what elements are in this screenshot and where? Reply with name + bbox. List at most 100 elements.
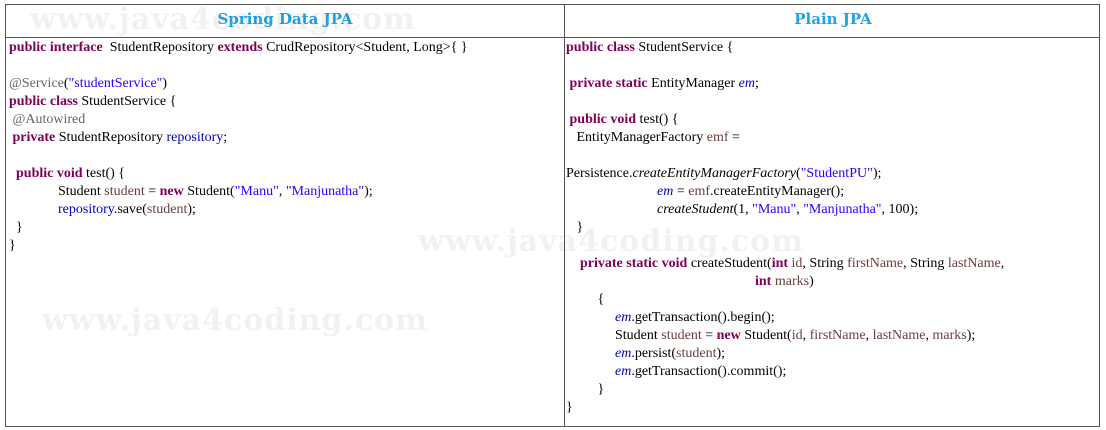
code-token: "studentService" bbox=[68, 76, 163, 91]
code-line: Persistence.createEntityManagerFactory("… bbox=[566, 165, 881, 183]
code-line: public class StudentService { bbox=[566, 39, 733, 57]
code-token: test() { bbox=[82, 166, 126, 181]
column-divider bbox=[564, 5, 565, 426]
code-token: StudentService { bbox=[77, 94, 177, 109]
code-line: EntityManagerFactory emf = bbox=[566, 129, 740, 147]
code-token: } bbox=[9, 238, 16, 253]
code-token: public interface bbox=[9, 40, 103, 55]
code-token: em bbox=[738, 76, 755, 91]
code-token: = bbox=[673, 184, 689, 199]
code-token: ); bbox=[966, 328, 976, 343]
code-token: "Manjunatha" bbox=[803, 202, 882, 217]
code-token: ); bbox=[187, 202, 196, 217]
code-line: private static EntityManager em; bbox=[566, 75, 759, 93]
code-line: } bbox=[566, 219, 584, 237]
code-line: private StudentRepository repository; bbox=[9, 129, 228, 147]
code-token: test() { bbox=[636, 112, 679, 127]
code-token: firstName bbox=[809, 328, 866, 343]
code-token: public class bbox=[566, 40, 635, 55]
code-token: private static void bbox=[580, 256, 688, 271]
code-token: = bbox=[728, 130, 740, 145]
code-token: new bbox=[716, 328, 741, 343]
code-line: Student student = new Student(id, firstN… bbox=[566, 327, 975, 345]
code-token: .getTransaction().commit(); bbox=[631, 364, 787, 379]
code-line: repository.save(student); bbox=[9, 201, 196, 219]
code-token: (1, bbox=[733, 202, 753, 217]
code-token: } bbox=[566, 382, 605, 397]
watermark-bottom: www.java4coding.com bbox=[42, 303, 428, 338]
code-token: em bbox=[615, 364, 632, 379]
code-token: EntityManager bbox=[647, 76, 739, 91]
code-line: } bbox=[9, 219, 23, 237]
code-token: firstName bbox=[847, 256, 904, 271]
code-token: "StudentPU" bbox=[800, 166, 873, 181]
code-line: em.getTransaction().begin(); bbox=[566, 309, 775, 327]
header-divider bbox=[6, 37, 1099, 38]
code-token: @Autowired bbox=[9, 112, 86, 127]
code-token: ); bbox=[716, 346, 726, 361]
code-token: repository bbox=[166, 130, 224, 145]
code-token: EntityManagerFactory bbox=[566, 130, 707, 145]
code-token: public void bbox=[569, 112, 637, 127]
code-token: "Manjunatha" bbox=[285, 184, 365, 199]
code-line: @Service("studentService") bbox=[9, 75, 167, 93]
code-line: int marks) bbox=[566, 273, 814, 291]
code-token: lastName bbox=[872, 328, 926, 343]
code-line: em.persist(student); bbox=[566, 345, 725, 363]
code-token: emf bbox=[688, 184, 710, 199]
plain-jpa-header: Plain JPA bbox=[794, 10, 872, 28]
code-token: new bbox=[159, 184, 184, 199]
code-token: , bbox=[865, 328, 873, 343]
code-token: marks bbox=[932, 328, 967, 343]
code-token: Student( bbox=[740, 328, 792, 343]
code-token: StudentRepository bbox=[102, 40, 218, 55]
code-token: public void bbox=[16, 166, 83, 181]
code-token: student bbox=[104, 184, 145, 199]
code-token: , bbox=[278, 184, 286, 199]
code-line: { bbox=[566, 291, 605, 309]
code-line: } bbox=[566, 381, 605, 399]
code-token: emf bbox=[706, 130, 729, 145]
code-token: extends bbox=[217, 40, 263, 55]
code-token: int bbox=[755, 274, 772, 289]
code-token: , String bbox=[903, 256, 948, 271]
code-token: ) bbox=[809, 274, 814, 289]
code-token: ) bbox=[162, 76, 168, 91]
code-token: CrudRepository<Student, Long>{ } bbox=[262, 40, 468, 55]
code-token: .persist( bbox=[631, 346, 677, 361]
code-line: public interface StudentRepository exten… bbox=[9, 39, 468, 57]
code-line: em = emf.createEntityManager(); bbox=[566, 183, 844, 201]
code-token: em bbox=[615, 310, 632, 325]
code-token: int bbox=[771, 256, 789, 271]
code-token: .createEntityManager(); bbox=[710, 184, 845, 199]
code-line: public class StudentService { bbox=[9, 93, 176, 111]
code-token: ; bbox=[223, 130, 228, 145]
code-token: .save( bbox=[113, 202, 147, 217]
code-token: } bbox=[566, 220, 584, 235]
code-token: Persistence. bbox=[566, 166, 633, 181]
code-token: ); bbox=[364, 184, 373, 199]
code-token: { bbox=[566, 292, 605, 307]
code-token: student bbox=[661, 328, 702, 343]
code-line: } bbox=[9, 237, 16, 255]
code-token: createStudent( bbox=[687, 256, 772, 271]
code-token: StudentService { bbox=[634, 40, 734, 55]
code-token: id bbox=[791, 256, 803, 271]
code-token: "Manu" bbox=[234, 184, 279, 199]
code-token: .getTransaction().begin(); bbox=[631, 310, 775, 325]
code-token: repository bbox=[58, 202, 114, 217]
code-token: createEntityManagerFactory bbox=[632, 166, 797, 181]
code-token: id bbox=[791, 328, 803, 343]
code-token: , bbox=[802, 328, 810, 343]
code-token: student bbox=[146, 202, 188, 217]
code-token: ; bbox=[754, 76, 759, 91]
code-token: student bbox=[676, 346, 717, 361]
